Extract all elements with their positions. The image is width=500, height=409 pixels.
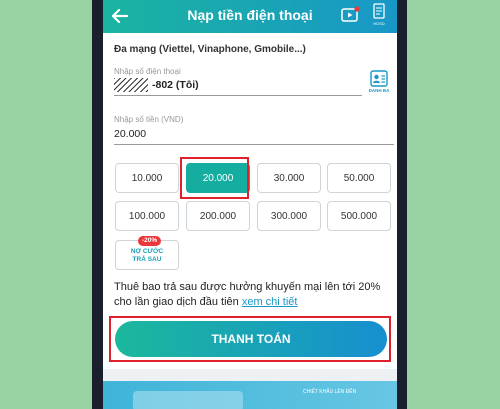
phone-field-underline [114, 95, 362, 96]
denomination-500000[interactable]: 500.000 [327, 201, 391, 231]
user-guide-button[interactable]: HDSD [369, 3, 389, 29]
denomination-30000[interactable]: 30.000 [257, 163, 321, 193]
page-title: Nạp tiền điện thoại [187, 7, 313, 23]
contacts-button[interactable]: DANH BẠ [368, 69, 390, 95]
contacts-label: DANH BẠ [368, 88, 390, 93]
amount-input[interactable]: 20.000 [114, 128, 146, 140]
contacts-icon [370, 70, 388, 87]
phone-input[interactable]: -802 (Tôi) [152, 79, 199, 91]
denomination-10000[interactable]: 10.000 [115, 163, 179, 193]
top-bar: Nạp tiền điện thoại HDSD [103, 0, 397, 33]
app-screen: Nạp tiền điện thoại HDSD Đa mạng (Viette… [103, 0, 397, 409]
postpaid-debt-button[interactable]: -20% NỢ CƯỚC TRẢ SAU [115, 236, 179, 270]
redacted-number [114, 78, 148, 92]
denomination-300000[interactable]: 300.000 [257, 201, 321, 231]
phone-field-label: Nhập số điện thoại [114, 67, 181, 76]
video-guide-button[interactable] [341, 6, 361, 24]
banner-card-graphic [133, 391, 243, 409]
denomination-200000[interactable]: 200.000 [186, 201, 250, 231]
denomination-100000[interactable]: 100.000 [115, 201, 179, 231]
discount-badge: -20% [138, 236, 162, 246]
postpaid-label: NỢ CƯỚC TRẢ SAU [116, 248, 178, 264]
section-divider [103, 369, 397, 381]
amount-field-underline [114, 144, 394, 145]
promo-text: Thuê bao trả sau được hưởng khuyến mại l… [114, 280, 394, 310]
document-icon [373, 3, 385, 19]
denomination-20000-selected[interactable]: 20.000 [186, 163, 250, 193]
postpaid-label-line1: NỢ CƯỚC [130, 248, 164, 255]
promo-banner[interactable]: CHIẾT KHẤU LÊN ĐẾN [103, 381, 397, 409]
amount-field-label: Nhập số tiền (VND) [114, 115, 184, 124]
banner-text: CHIẾT KHẤU LÊN ĐẾN [303, 389, 357, 395]
back-arrow-icon [111, 8, 129, 24]
see-details-link[interactable]: xem chi tiết [242, 296, 298, 308]
postpaid-label-line2: TRẢ SAU [132, 256, 162, 263]
denomination-50000[interactable]: 50.000 [327, 163, 391, 193]
back-button[interactable] [109, 5, 131, 27]
guide-label: HDSD [373, 21, 385, 26]
pay-button[interactable]: THANH TOÁN [115, 321, 387, 357]
video-icon [341, 6, 360, 22]
network-label: Đa mạng (Viettel, Vinaphone, Gmobile...) [114, 44, 306, 55]
